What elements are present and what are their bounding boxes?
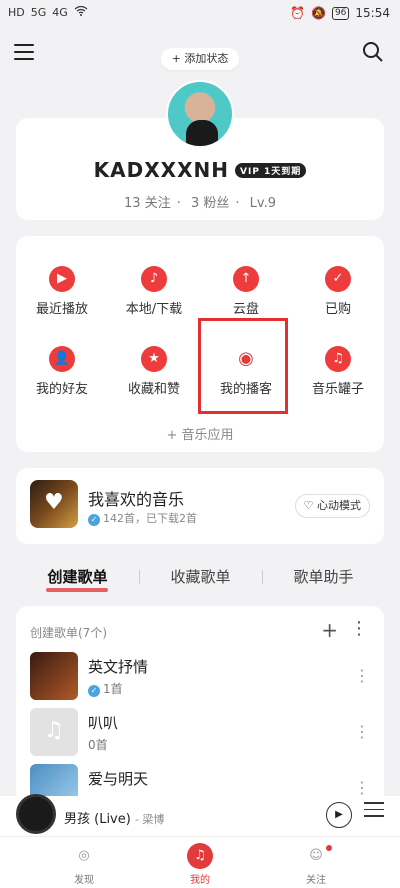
playlist-name: 叭叭 [88,714,119,732]
playlist-tabs: 创建歌单 收藏歌单 歌单助手 [16,566,384,596]
func-label: 已购 [324,302,351,317]
add-status-button[interactable]: + 添加状态 [161,48,239,70]
more-icon[interactable]: ⋮ [354,778,370,797]
active-tab-indicator [46,588,108,592]
playlist-name: 爱与明天 [88,770,149,788]
tab-created-playlists[interactable]: 创建歌单 [16,566,139,587]
liked-music-title: 我喜欢的音乐 [88,490,185,509]
playlist-count: ✓ 1首 [88,680,123,697]
func-label: 我的好友 [35,382,88,397]
music-note-icon: ♫ [44,718,64,743]
mini-player[interactable]: 男孩 (Live) - 梁博 ▶ [0,794,400,836]
playlist-cover [30,652,78,700]
more-icon[interactable]: ⋮ [350,618,368,639]
liked-music-cover [30,480,78,528]
fans-count[interactable]: 3 粉丝 [191,196,229,211]
check-icon: ✓ [88,685,100,697]
playlist-count: 0首 [88,738,108,752]
wifi-icon [74,5,88,19]
nav-follow[interactable]: ☺ 关注 [276,843,356,886]
add-playlist-icon[interactable]: + [321,618,338,642]
album-disc [16,794,56,834]
nav-label: 关注 [306,875,326,886]
check-icon: ✓ [88,514,100,526]
more-icon[interactable]: ⋮ [354,722,370,741]
signal-indicators: HD 5G 4G [8,5,88,19]
nav-label: 发现 [74,875,94,886]
song-title: 男孩 (Live) [64,812,131,827]
my-music-icon: ♫ [187,843,213,869]
playlist-cover: ♫ [30,708,78,756]
favorites-likes-button[interactable]: ★ 收藏和赞 [108,346,200,397]
notification-dot [326,845,332,851]
heart-mode-button[interactable]: ♡ 心动模式 [294,494,370,518]
playlist-queue-icon[interactable] [364,802,384,824]
highlight-box [198,318,288,414]
func-label: 音乐罐子 [311,382,364,397]
music-apps-button[interactable]: + 音乐应用 [16,424,384,443]
4g-label: 4G [52,6,68,19]
liked-music-card[interactable]: 我喜欢的音乐 ✓142首，已下载2首 ♡ 心动模式 [16,468,384,544]
tab-collected-playlists[interactable]: 收藏歌单 [139,566,262,587]
function-grid: ▶ 最近播放 ♪ 本地/下载 ↑ 云盘 ✓ 已购 👤 我的好友 ★ 收藏和赞 ◉… [16,236,384,452]
local-download-button[interactable]: ♪ 本地/下载 [108,266,200,317]
nav-my-music[interactable]: ♫ 我的 [160,843,240,886]
clock: 15:54 [355,6,390,20]
cloud-drive-button[interactable]: ↑ 云盘 [200,266,292,317]
nav-label: 我的 [190,875,210,886]
alarm-icon: ⏰ [290,6,305,20]
mute-icon: 🔕 [311,6,326,20]
recent-play-button[interactable]: ▶ 最近播放 [16,266,108,317]
shopping-bag-icon: ✓ [325,266,351,292]
play-button[interactable]: ▶ [326,802,352,828]
5g-label: 5G [30,6,47,19]
playlist-item[interactable]: 英文抒情 ✓ 1首 ⋮ [30,652,370,702]
profile-stats: 13 关注 · 3 粉丝 · Lv.9 [124,196,276,211]
cloud-upload-icon: ↑ [233,266,259,292]
my-friends-button[interactable]: 👤 我的好友 [16,346,108,397]
status-bar: HD 5G 4G ⏰ 🔕 96 15:54 [0,0,400,28]
func-label: 收藏和赞 [127,382,180,397]
nav-discover[interactable]: ◎ 发现 [44,843,124,886]
star-icon: ★ [141,346,167,372]
heart-icon: ♡ [303,499,314,512]
search-icon[interactable] [362,41,384,63]
system-indicators: ⏰ 🔕 96 15:54 [290,6,390,20]
playlist-card: 创建歌单(7个) + ⋮ 英文抒情 ✓ 1首 ⋮ ♫ 叭叭 0首 ⋮ 爱与明天 ⋮ [16,606,384,806]
liked-music-subtitle: ✓ 142首，已下载2首 [88,510,197,526]
playlist-name: 英文抒情 [88,658,149,676]
friends-icon: 👤 [49,346,75,372]
func-label: 本地/下载 [125,302,183,317]
func-label: 云盘 [232,302,259,317]
now-playing: 男孩 (Live) - 梁博 [64,808,164,827]
playlist-header: 创建歌单(7个) [30,626,107,640]
more-icon[interactable]: ⋮ [354,666,370,685]
discover-icon: ◎ [78,848,90,863]
following-count[interactable]: 13 关注 [124,196,171,211]
bottom-nav: ◎ 发现 ♫ 我的 ☺ 关注 [0,836,400,888]
top-bar: + 添加状态 [0,38,400,72]
func-label: 最近播放 [35,302,88,317]
battery-level: 96 [331,6,350,20]
username: KADXXXNH [93,158,229,182]
music-jar-icon: ♫ [325,346,351,372]
username-row[interactable]: KADXXXNH VIP 1天到期 [16,158,384,182]
music-jar-button[interactable]: ♫ 音乐罐子 [292,346,384,397]
music-note-icon: ♪ [141,266,167,292]
menu-icon[interactable] [14,44,34,62]
level[interactable]: Lv.9 [250,196,276,211]
hd-label: HD [8,6,25,19]
purchased-button[interactable]: ✓ 已购 [292,266,384,317]
playlist-item[interactable]: ♫ 叭叭 0首 ⋮ [30,708,370,758]
song-artist: - 梁博 [134,813,165,826]
play-icon: ▶ [49,266,75,292]
vip-badge[interactable]: VIP 1天到期 [235,162,307,178]
tab-playlist-assistant[interactable]: 歌单助手 [262,566,385,587]
avatar[interactable] [166,80,234,148]
